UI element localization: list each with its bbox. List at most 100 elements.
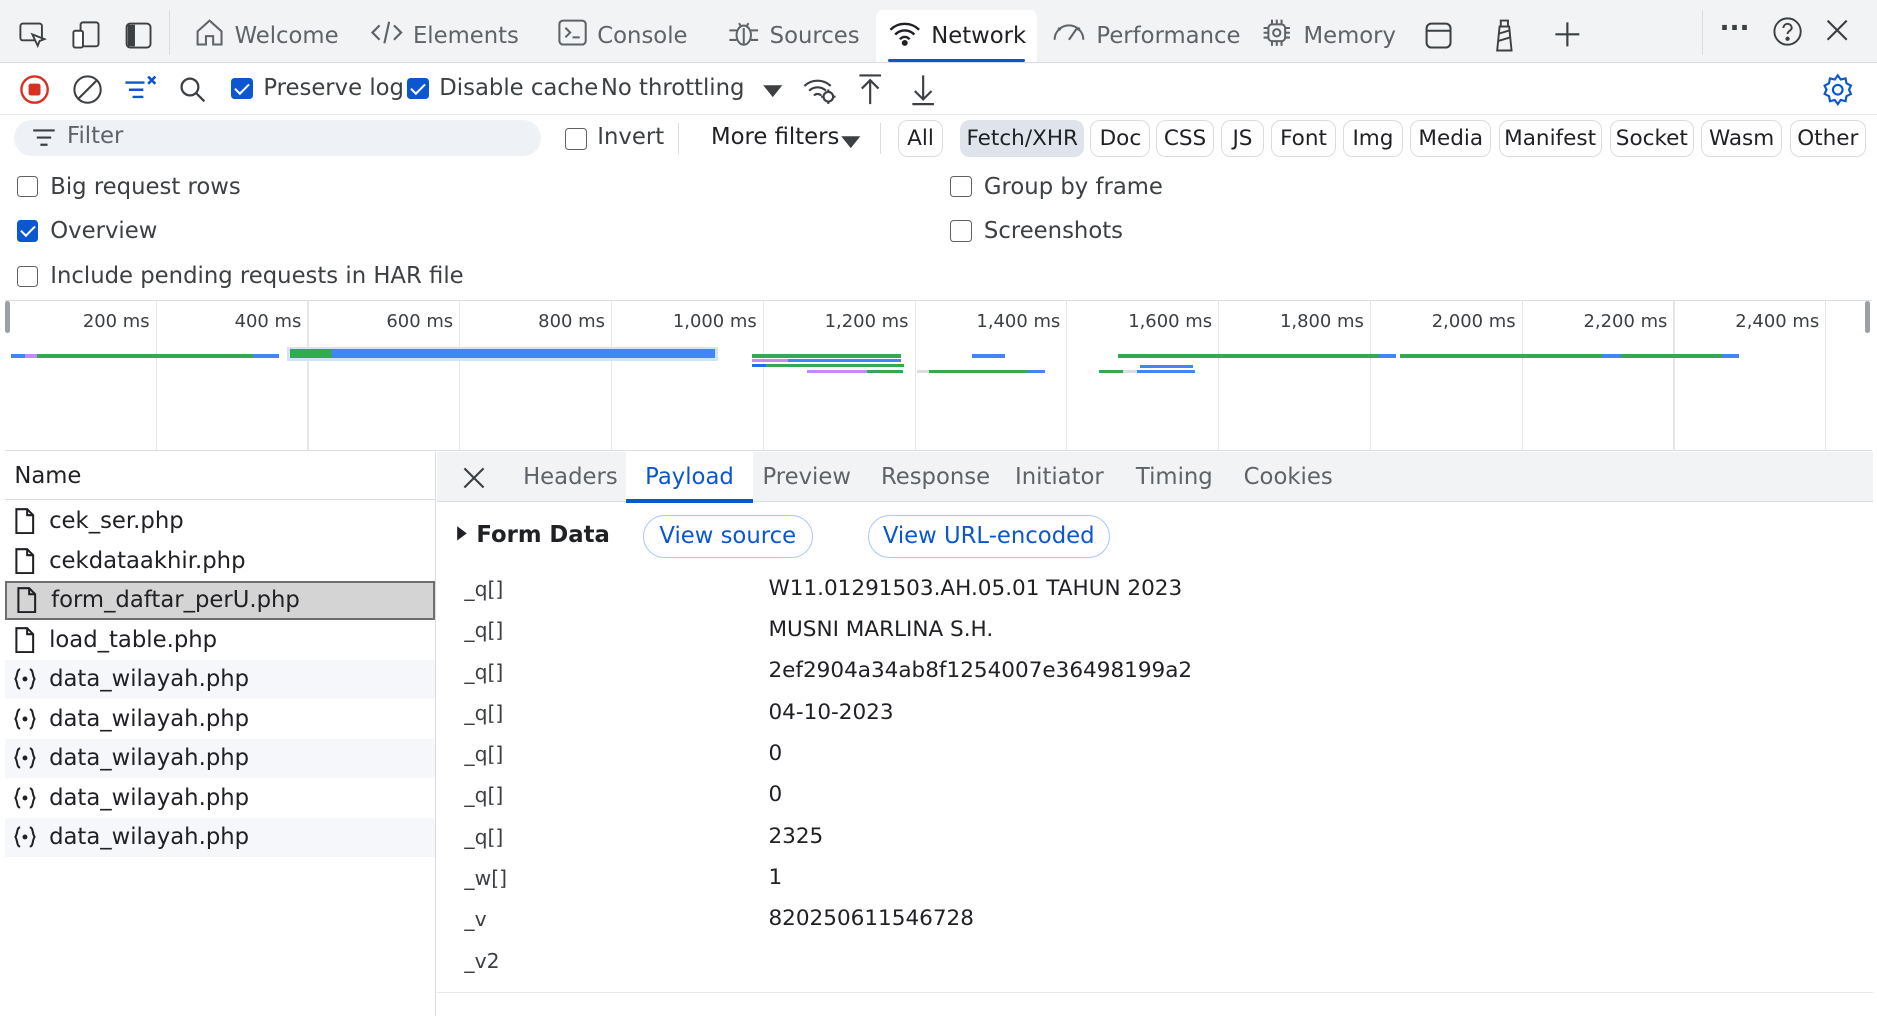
detail-tabs: Headers Payload Preview Response Initiator Ti… [436,452,1874,503]
filter-type-wasm[interactable]: Wasm [1700,119,1783,157]
expand-triangle-icon[interactable] [454,524,471,543]
request-row[interactable]: cek_ser.php [5,502,435,542]
tab-preview[interactable]: Preview [743,452,870,501]
record-stop-icon[interactable] [18,73,52,107]
tab-initiator[interactable]: Initiator [996,452,1123,501]
request-row[interactable]: cekdataakhir.php [5,541,435,581]
filter-type-font[interactable]: Font [1271,119,1336,157]
overview-label: Overview [50,217,158,244]
tab-network[interactable]: Network [876,9,1037,63]
waterfall-bar [1117,354,1379,358]
filter-type-doc[interactable]: Doc [1090,119,1151,157]
waterfall-bar [928,369,1027,374]
application-panel-icon[interactable] [1422,19,1456,53]
timeline-tick-label: 1,200 ms [824,311,909,332]
screenshots-checkbox[interactable] [950,220,972,242]
filter-type-other[interactable]: Other [1789,119,1867,157]
tab-elements[interactable]: Elements [358,10,531,63]
more-filters-button[interactable]: More filters [711,124,839,150]
tab-performance[interactable]: Performance [1039,10,1252,63]
close-detail-icon[interactable] [458,462,489,493]
waterfall-bar [1378,354,1396,358]
detail-bottom-divider [436,992,1874,994]
add-tab-icon[interactable] [1550,18,1584,52]
include-pending-label: Include pending requests in HAR file [50,263,464,290]
filter-type-socket[interactable]: Socket [1609,119,1694,157]
tab-cookies[interactable]: Cookies [1225,452,1352,501]
overview-right-handle[interactable] [1864,301,1870,333]
waterfall-bar [331,349,715,358]
filter-type-all[interactable]: All [897,119,944,157]
waterfall-bar [806,369,867,374]
devtools-window: Welcome Elements Console Sources Network… [0,0,1877,1016]
request-name: data_wilayah.php [49,745,250,772]
close-icon[interactable] [1822,14,1853,45]
overview-checkbox[interactable] [16,220,39,242]
overview-left-handle[interactable] [4,301,10,333]
tab-welcome[interactable]: Welcome [182,10,351,63]
network-conditions-icon[interactable] [802,73,838,107]
search-icon[interactable] [176,73,210,107]
tab-timing[interactable]: Timing [1117,452,1232,501]
request-row[interactable]: data_wilayah.php [5,778,435,818]
more-filters-chevron-icon[interactable] [837,130,866,154]
tab-console[interactable]: Console [545,10,700,63]
filter-type-manifest[interactable]: Manifest [1498,119,1602,157]
filter-type-js[interactable]: JS [1220,119,1265,157]
filter-settings-icon[interactable] [123,73,159,107]
name-column-header[interactable]: Name [4,452,435,501]
request-row[interactable]: load_table.php [5,620,435,660]
preserve-log-checkbox[interactable] [231,77,253,100]
lighthouse-icon[interactable] [1488,17,1522,53]
inspect-element-icon[interactable] [17,19,51,53]
form-field-value: 2325 [768,823,824,849]
network-overview-timeline[interactable]: 200 ms 400 ms 600 ms 800 ms 1,000 ms 1,200 ms… [4,300,1873,452]
waterfall-bar [1620,354,1723,358]
document-file-icon [7,547,43,574]
device-emulation-icon[interactable] [69,19,103,53]
timeline-gridline [914,301,916,451]
request-row[interactable]: data_wilayah.php [4,659,435,700]
export-har-icon[interactable] [907,72,938,108]
chevron-down-icon[interactable] [759,77,788,106]
filter-type-media[interactable]: Media [1410,119,1492,157]
help-icon[interactable] [1770,14,1804,48]
request-row[interactable]: data_wilayah.php [4,817,435,858]
tab-headers[interactable]: Headers [504,452,637,501]
disable-cache-checkbox[interactable] [406,77,429,100]
form-field-value: 820250611546728 [768,906,974,932]
filter-type-img[interactable]: Img [1343,119,1403,157]
form-field-key: _q[] [464,700,504,725]
tab-sources[interactable]: Sources [715,10,872,63]
network-settings-gear-icon[interactable] [1819,72,1855,108]
request-row[interactable]: data_wilayah.php [5,699,435,739]
big-request-rows-checkbox[interactable] [16,175,39,198]
tab-response[interactable]: Response [862,452,1009,501]
more-options-icon[interactable]: ··· [1718,12,1752,46]
waterfall-bar [916,369,929,374]
bug-icon [727,16,761,56]
dock-panel-icon[interactable] [122,19,156,53]
timeline-tick-label: 2,200 ms [1583,311,1668,332]
include-pending-checkbox[interactable] [16,265,39,288]
view-url-encoded-button[interactable]: View URL-encoded [867,514,1110,558]
waterfall-bar [1139,364,1194,369]
import-har-icon[interactable] [855,72,886,108]
home-icon [194,17,225,54]
request-row[interactable]: form_daftar_perU.php [4,580,435,621]
screenshots-label: Screenshots [983,217,1124,244]
tab-memory[interactable]: Memory [1248,10,1407,63]
filter-type-css[interactable]: CSS [1156,119,1214,157]
invert-checkbox[interactable] [564,128,587,150]
clear-icon[interactable] [71,73,105,107]
tab-payload[interactable]: Payload [626,452,754,503]
view-source-button[interactable]: View source [642,514,813,558]
group-by-frame-checkbox[interactable] [950,175,972,198]
filter-type-fetchxhr[interactable]: Fetch/XHR [959,119,1085,157]
throttling-select[interactable]: No throttling [601,75,745,101]
request-row[interactable]: data_wilayah.php [4,738,435,779]
form-data-heading[interactable]: Form Data [476,522,609,548]
timeline-tick-label: 1,800 ms [1279,311,1364,332]
document-file-icon [7,626,43,653]
filter-input[interactable]: Filter [14,119,542,156]
